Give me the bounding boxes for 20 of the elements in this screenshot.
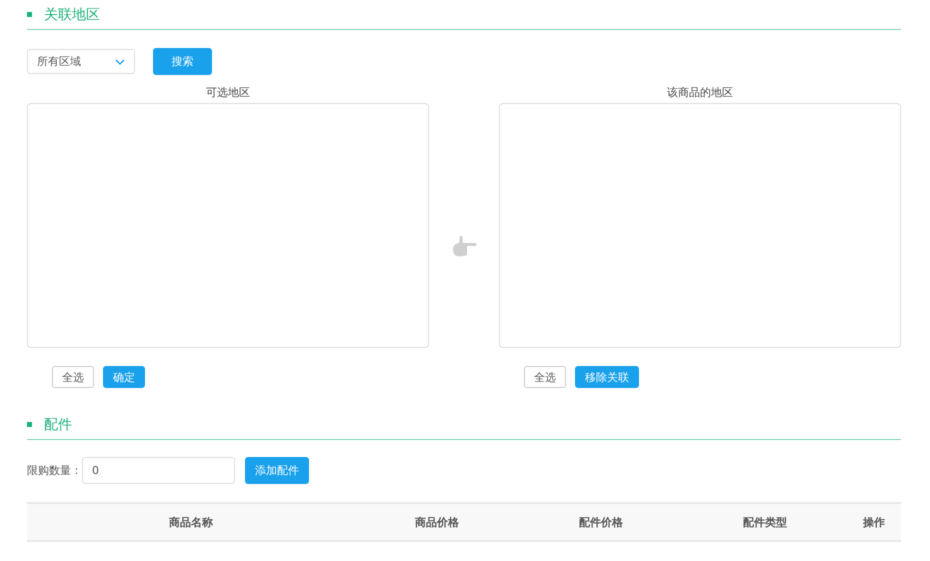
column-header: 配件类型 [742, 514, 788, 530]
column-header: 操作 [862, 514, 886, 530]
panel-title: 可选地区 [205, 85, 251, 101]
region-list[interactable] [27, 103, 429, 348]
region-select[interactable]: 所有区域 [27, 49, 135, 74]
bullet-icon [27, 422, 32, 427]
select-all-button[interactable]: 全选 [52, 366, 94, 388]
chevron-down-icon [115, 58, 125, 64]
bullet-icon [27, 12, 32, 17]
pointing-hand-icon [451, 232, 477, 258]
column-header: 商品名称 [168, 514, 214, 530]
region-list[interactable] [499, 103, 901, 348]
column-header: 商品价格 [414, 514, 460, 530]
column-header: 配件价格 [578, 514, 624, 530]
limit-label: 限购数量： [27, 463, 82, 478]
section-title: 关联地区 [44, 6, 100, 24]
section-title: 配件 [44, 416, 72, 434]
select-all-button[interactable]: 全选 [524, 366, 566, 388]
limit-input[interactable]: 0 [82, 457, 235, 484]
panel-title: 该商品的地区 [666, 85, 734, 101]
